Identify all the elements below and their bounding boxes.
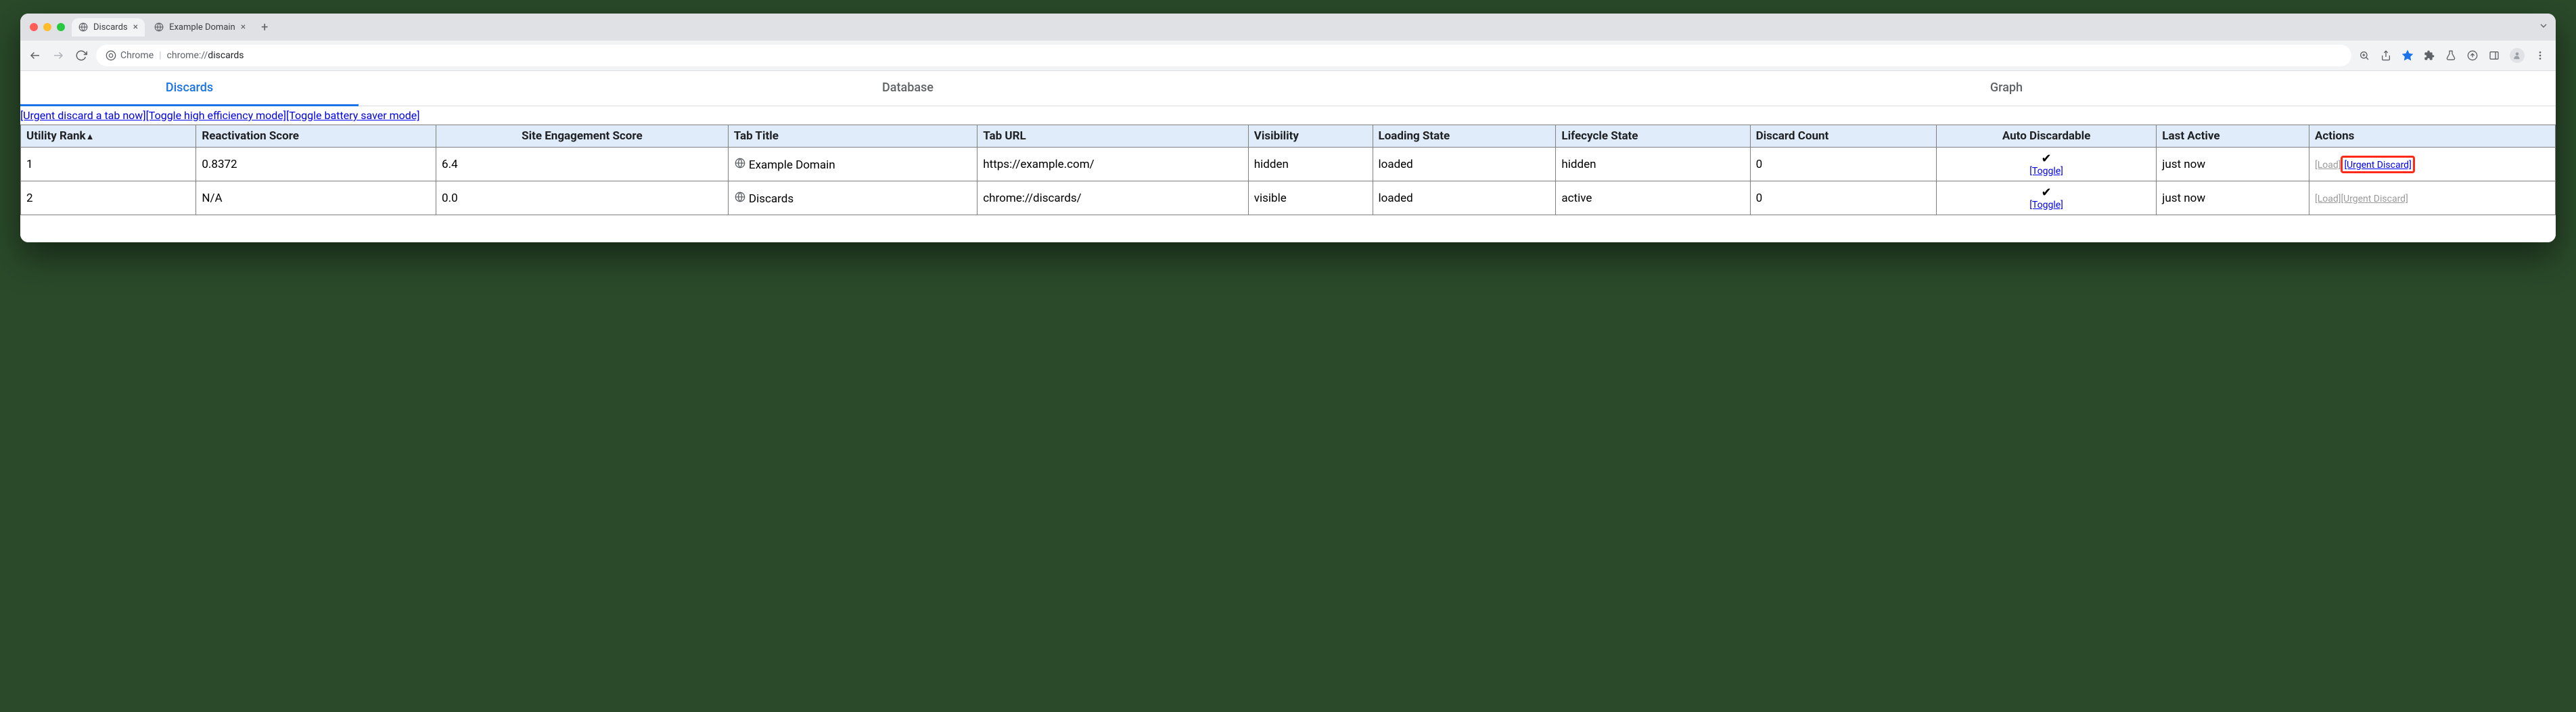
toggle-high-efficiency-link[interactable]: [Toggle high efficiency mode] (146, 109, 286, 122)
url-text: chrome://discards (167, 50, 244, 61)
cell-last-active: just now (2157, 181, 2309, 215)
labs-icon[interactable] (2445, 49, 2457, 62)
col-tab-title[interactable]: Tab Title (728, 125, 978, 148)
menu-icon[interactable] (2534, 49, 2546, 62)
cell-site-engagement-score: 0.0 (436, 181, 729, 215)
tab-title-text: Example Domain (749, 158, 835, 172)
auto-discardable-toggle-link[interactable]: [Toggle] (1942, 166, 2151, 177)
cell-reactivation-score: N/A (196, 181, 436, 215)
table-row: 2N/A0.0 Discards chrome://discards/visibl… (21, 181, 2556, 215)
forward-button[interactable] (50, 47, 66, 64)
browser-tab-strip: Discards × Example Domain × + (72, 18, 2531, 37)
cell-reactivation-score: 0.8372 (196, 148, 436, 181)
auto-discardable-toggle-link[interactable]: [Toggle] (1942, 200, 2151, 210)
col-lifecycle-state[interactable]: Lifecycle State (1556, 125, 1750, 148)
discards-table: Utility Rank▲ Reactivation Score Site En… (20, 125, 2556, 215)
cell-site-engagement-score: 6.4 (436, 148, 729, 181)
cell-utility-rank: 1 (21, 148, 196, 181)
table-header-row: Utility Rank▲ Reactivation Score Site En… (21, 125, 2556, 148)
window-close-button[interactable] (30, 23, 38, 31)
cell-actions: [Load][Urgent Discard] (2309, 181, 2555, 215)
cell-tab-url: https://example.com/ (978, 148, 1249, 181)
extensions-icon[interactable] (2423, 49, 2435, 62)
zoom-icon[interactable] (2358, 49, 2370, 62)
browser-toolbar: Chrome | chrome://discards (20, 41, 2556, 71)
table-row: 10.83726.4 Example Domain https://example… (21, 148, 2556, 181)
globe-icon (734, 157, 746, 169)
global-action-links: [Urgent discard a tab now][Toggle high e… (20, 106, 2556, 125)
col-discard-count[interactable]: Discard Count (1750, 125, 1936, 148)
reload-button[interactable] (73, 47, 89, 64)
tab-graph[interactable]: Graph (1457, 71, 2556, 106)
cell-tab-title: Discards (728, 181, 978, 215)
side-panel-icon[interactable] (2488, 49, 2500, 62)
cell-auto-discardable: ✔[Toggle] (1936, 148, 2157, 181)
close-icon[interactable]: × (241, 22, 246, 32)
update-icon[interactable] (2466, 49, 2479, 62)
tab-title-text: Discards (749, 192, 794, 206)
browser-tab-label: Discards (93, 22, 128, 32)
profile-avatar[interactable] (2510, 48, 2525, 63)
cell-last-active: just now (2157, 148, 2309, 181)
site-context-label: Chrome (120, 50, 154, 61)
cell-loading-state: loaded (1373, 181, 1556, 215)
col-reactivation-score[interactable]: Reactivation Score (196, 125, 436, 148)
window-minimize-button[interactable] (43, 23, 51, 31)
address-bar[interactable]: Chrome | chrome://discards (96, 45, 2351, 66)
cell-auto-discardable: ✔[Toggle] (1936, 181, 2157, 215)
browser-window: Discards × Example Domain × + (20, 14, 2556, 242)
urgent-discard-action-link[interactable]: [Urgent Discard] (2341, 194, 2408, 204)
col-visibility[interactable]: Visibility (1248, 125, 1373, 148)
site-info-button[interactable]: Chrome (106, 50, 154, 61)
tab-discards[interactable]: Discards (20, 71, 359, 106)
new-tab-button[interactable]: + (255, 18, 274, 37)
bookmark-star-icon[interactable] (2401, 49, 2414, 62)
toggle-battery-saver-link[interactable]: [Toggle battery saver mode] (286, 109, 419, 122)
urgent-discard-action-link[interactable]: [Urgent Discard] (2344, 160, 2411, 171)
highlight-annotation: [Urgent Discard] (2341, 156, 2414, 173)
cell-actions: [Load][Urgent Discard] (2309, 148, 2555, 181)
page-tab-bar: Discards Database Graph (20, 71, 2556, 106)
tab-database[interactable]: Database (359, 71, 1457, 106)
window-titlebar: Discards × Example Domain × + (20, 14, 2556, 41)
col-last-active[interactable]: Last Active (2157, 125, 2309, 148)
col-site-engagement-score[interactable]: Site Engagement Score (436, 125, 729, 148)
cell-visibility: hidden (1248, 148, 1373, 181)
tab-overflow-button[interactable] (2538, 20, 2549, 34)
omnibox-separator: | (159, 50, 161, 61)
globe-icon (734, 191, 746, 203)
browser-tab-label: Example Domain (169, 22, 235, 32)
cell-loading-state: loaded (1373, 148, 1556, 181)
share-icon[interactable] (2380, 49, 2392, 62)
browser-tab-discards[interactable]: Discards × (72, 18, 145, 37)
check-icon: ✔ (2042, 185, 2052, 200)
sort-asc-icon: ▲ (86, 132, 95, 142)
toolbar-actions (2358, 48, 2549, 63)
globe-icon (78, 22, 88, 32)
col-actions[interactable]: Actions (2309, 125, 2555, 148)
globe-icon (154, 22, 164, 32)
back-button[interactable] (27, 47, 43, 64)
load-action-link[interactable]: [Load] (2315, 194, 2341, 204)
browser-tab-example-domain[interactable]: Example Domain × (147, 18, 252, 37)
col-tab-url[interactable]: Tab URL (978, 125, 1249, 148)
cell-discard-count: 0 (1750, 148, 1936, 181)
col-utility-rank[interactable]: Utility Rank▲ (21, 125, 196, 148)
urgent-discard-tab-link[interactable]: [Urgent discard a tab now] (20, 109, 146, 122)
load-action-link[interactable]: [Load] (2315, 160, 2341, 171)
cell-utility-rank: 2 (21, 181, 196, 215)
cell-lifecycle-state: hidden (1556, 148, 1750, 181)
window-maximize-button[interactable] (57, 23, 65, 31)
close-icon[interactable]: × (133, 22, 138, 32)
page-content: Discards Database Graph [Urgent discard … (20, 71, 2556, 242)
cell-visibility: visible (1248, 181, 1373, 215)
check-icon: ✔ (2042, 152, 2052, 166)
cell-discard-count: 0 (1750, 181, 1936, 215)
col-loading-state[interactable]: Loading State (1373, 125, 1556, 148)
window-controls (27, 23, 65, 31)
col-auto-discardable[interactable]: Auto Discardable (1936, 125, 2157, 148)
cell-tab-title: Example Domain (728, 148, 978, 181)
cell-lifecycle-state: active (1556, 181, 1750, 215)
cell-tab-url: chrome://discards/ (978, 181, 1249, 215)
